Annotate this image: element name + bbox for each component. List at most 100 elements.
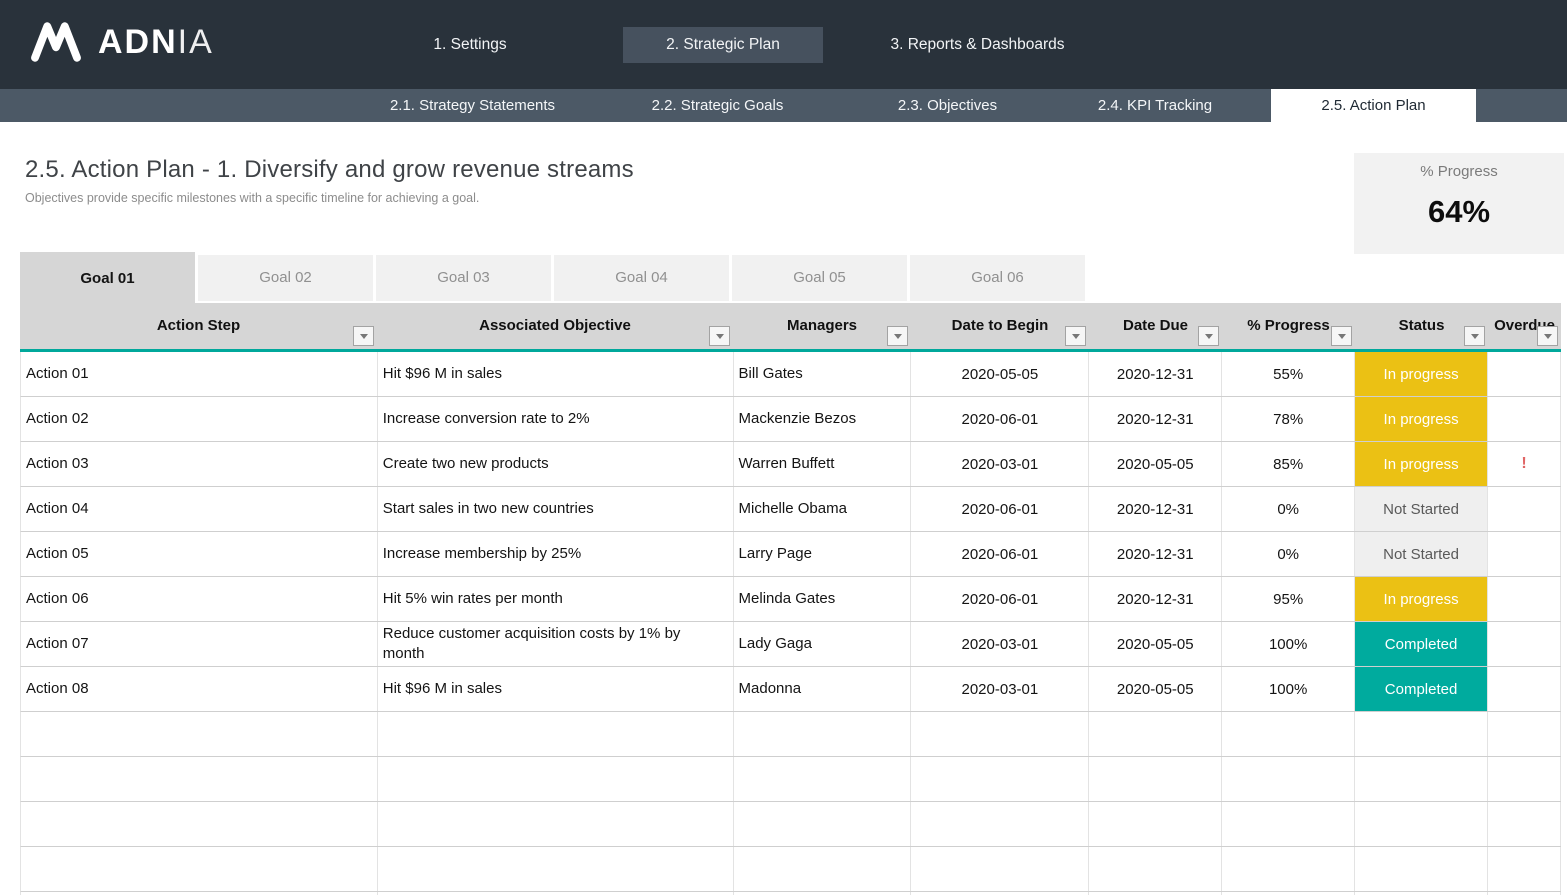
action-cell[interactable]: Action 07	[21, 622, 378, 666]
goal-tab-goal-02[interactable]: Goal 02	[198, 255, 373, 301]
date_begin-cell[interactable]: 2020-06-01	[911, 577, 1089, 621]
date_begin-cell[interactable]: 2020-06-01	[911, 487, 1089, 531]
empty-cell[interactable]	[378, 712, 734, 756]
action-cell[interactable]: Action 05	[21, 532, 378, 576]
date_due-cell[interactable]: 2020-12-31	[1089, 352, 1222, 396]
filter-dropdown-button[interactable]	[1065, 326, 1086, 346]
goal-tab-goal-04[interactable]: Goal 04	[554, 255, 729, 301]
objective-cell[interactable]: Hit 5% win rates per month	[378, 577, 734, 621]
progress-cell[interactable]: 100%	[1222, 667, 1355, 711]
filter-dropdown-button[interactable]	[887, 326, 908, 346]
empty-cell[interactable]	[378, 847, 734, 891]
filter-dropdown-button[interactable]	[353, 326, 374, 346]
empty-cell[interactable]	[911, 847, 1089, 891]
empty-cell[interactable]	[734, 802, 912, 846]
empty-cell[interactable]	[1355, 757, 1488, 801]
main-nav-item-3-reports-dashboards[interactable]: 3. Reports & Dashboards	[855, 27, 1100, 63]
empty-cell[interactable]	[734, 757, 912, 801]
manager-cell[interactable]: Mackenzie Bezos	[734, 397, 912, 441]
empty-cell[interactable]	[378, 757, 734, 801]
empty-cell[interactable]	[21, 802, 378, 846]
subnav-item-2-2-strategic-goals[interactable]: 2.2. Strategic Goals	[615, 89, 820, 122]
filter-dropdown-button[interactable]	[1537, 326, 1558, 346]
date_due-cell[interactable]: 2020-05-05	[1089, 442, 1222, 486]
empty-cell[interactable]	[378, 802, 734, 846]
progress-cell[interactable]: 0%	[1222, 532, 1355, 576]
date_begin-cell[interactable]: 2020-03-01	[911, 622, 1089, 666]
filter-dropdown-button[interactable]	[709, 326, 730, 346]
action-cell[interactable]: Action 03	[21, 442, 378, 486]
empty-cell[interactable]	[911, 757, 1089, 801]
subnav-item-2-4-kpi-tracking[interactable]: 2.4. KPI Tracking	[1060, 89, 1250, 122]
subnav-item-2-5-action-plan[interactable]: 2.5. Action Plan	[1271, 89, 1476, 122]
objective-cell[interactable]: Increase conversion rate to 2%	[378, 397, 734, 441]
empty-cell[interactable]	[1488, 757, 1561, 801]
action-cell[interactable]: Action 01	[21, 352, 378, 396]
filter-dropdown-button[interactable]	[1331, 326, 1352, 346]
objective-cell[interactable]: Start sales in two new countries	[378, 487, 734, 531]
date_due-cell[interactable]: 2020-12-31	[1089, 532, 1222, 576]
empty-cell[interactable]	[1089, 847, 1222, 891]
date_due-cell[interactable]: 2020-12-31	[1089, 577, 1222, 621]
action-cell[interactable]: Action 02	[21, 397, 378, 441]
progress-cell[interactable]: 55%	[1222, 352, 1355, 396]
action-cell[interactable]: Action 06	[21, 577, 378, 621]
empty-cell[interactable]	[1089, 757, 1222, 801]
progress-cell[interactable]: 100%	[1222, 622, 1355, 666]
progress-cell[interactable]: 0%	[1222, 487, 1355, 531]
empty-cell[interactable]	[1089, 712, 1222, 756]
empty-cell[interactable]	[21, 757, 378, 801]
empty-cell[interactable]	[1222, 712, 1355, 756]
goal-tab-goal-01[interactable]: Goal 01	[20, 252, 195, 303]
progress-cell[interactable]: 85%	[1222, 442, 1355, 486]
empty-cell[interactable]	[1222, 757, 1355, 801]
empty-cell[interactable]	[1488, 802, 1561, 846]
empty-cell[interactable]	[911, 712, 1089, 756]
main-nav-item-1-settings[interactable]: 1. Settings	[400, 27, 540, 63]
date_due-cell[interactable]: 2020-12-31	[1089, 487, 1222, 531]
filter-dropdown-button[interactable]	[1464, 326, 1485, 346]
subnav-item-2-3-objectives[interactable]: 2.3. Objectives	[855, 89, 1040, 122]
empty-cell[interactable]	[1488, 847, 1561, 891]
manager-cell[interactable]: Larry Page	[734, 532, 912, 576]
empty-cell[interactable]	[21, 847, 378, 891]
manager-cell[interactable]: Lady Gaga	[734, 622, 912, 666]
date_begin-cell[interactable]: 2020-03-01	[911, 667, 1089, 711]
manager-cell[interactable]: Michelle Obama	[734, 487, 912, 531]
objective-cell[interactable]: Create two new products	[378, 442, 734, 486]
progress-cell[interactable]: 78%	[1222, 397, 1355, 441]
date_due-cell[interactable]: 2020-12-31	[1089, 397, 1222, 441]
date_due-cell[interactable]: 2020-05-05	[1089, 622, 1222, 666]
date_begin-cell[interactable]: 2020-06-01	[911, 532, 1089, 576]
empty-cell[interactable]	[1089, 802, 1222, 846]
filter-dropdown-button[interactable]	[1198, 326, 1219, 346]
empty-cell[interactable]	[21, 712, 378, 756]
date_begin-cell[interactable]: 2020-06-01	[911, 397, 1089, 441]
empty-cell[interactable]	[734, 847, 912, 891]
empty-cell[interactable]	[734, 712, 912, 756]
empty-cell[interactable]	[1355, 712, 1488, 756]
empty-cell[interactable]	[1355, 802, 1488, 846]
action-cell[interactable]: Action 04	[21, 487, 378, 531]
empty-cell[interactable]	[911, 802, 1089, 846]
empty-cell[interactable]	[1488, 712, 1561, 756]
empty-cell[interactable]	[1222, 847, 1355, 891]
goal-tab-goal-05[interactable]: Goal 05	[732, 255, 907, 301]
manager-cell[interactable]: Madonna	[734, 667, 912, 711]
objective-cell[interactable]: Hit $96 M in sales	[378, 352, 734, 396]
manager-cell[interactable]: Melinda Gates	[734, 577, 912, 621]
date_begin-cell[interactable]: 2020-03-01	[911, 442, 1089, 486]
action-cell[interactable]: Action 08	[21, 667, 378, 711]
objective-cell[interactable]: Increase membership by 25%	[378, 532, 734, 576]
date_due-cell[interactable]: 2020-05-05	[1089, 667, 1222, 711]
main-nav-item-2-strategic-plan[interactable]: 2. Strategic Plan	[623, 27, 823, 63]
objective-cell[interactable]: Reduce customer acquisition costs by 1% …	[378, 622, 734, 666]
date_begin-cell[interactable]: 2020-05-05	[911, 352, 1089, 396]
manager-cell[interactable]: Bill Gates	[734, 352, 912, 396]
subnav-item-2-1-strategy-statements[interactable]: 2.1. Strategy Statements	[355, 89, 590, 122]
goal-tab-goal-06[interactable]: Goal 06	[910, 255, 1085, 301]
empty-cell[interactable]	[1222, 802, 1355, 846]
objective-cell[interactable]: Hit $96 M in sales	[378, 667, 734, 711]
empty-cell[interactable]	[1355, 847, 1488, 891]
progress-cell[interactable]: 95%	[1222, 577, 1355, 621]
